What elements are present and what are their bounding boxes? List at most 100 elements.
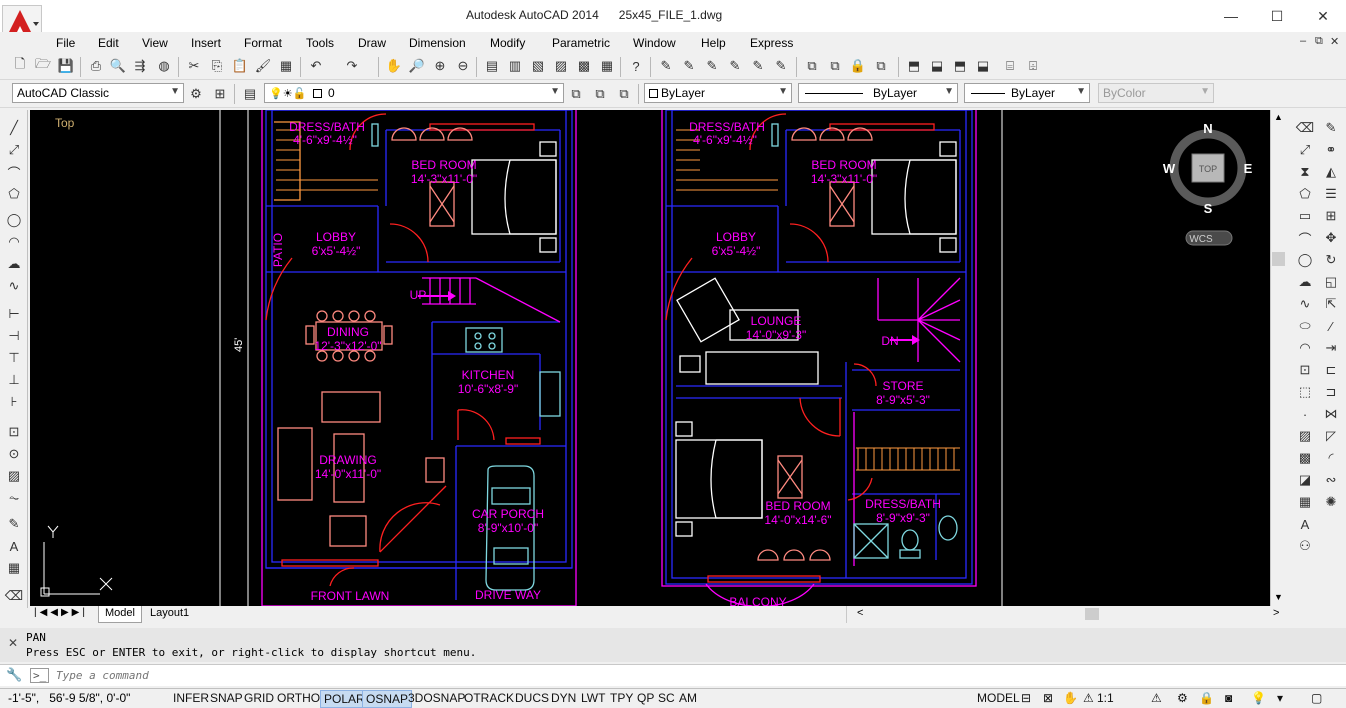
close-button[interactable]: ✕ <box>1300 0 1346 32</box>
sheet-set-icon[interactable]: ▨ <box>551 56 571 76</box>
3d-dwf-icon[interactable]: ◍ <box>154 56 174 76</box>
undo-icon[interactable]: ↶ <box>306 56 326 76</box>
pan-icon[interactable]: ✋ <box>384 56 404 76</box>
toggle-dyn[interactable]: DYN <box>548 690 579 708</box>
toggle-tpy[interactable]: TPY <box>607 690 636 708</box>
layer-tool-2-icon[interactable]: ⧉ <box>825 56 845 76</box>
lock-ui-icon[interactable]: 🔒 <box>1196 690 1217 708</box>
make-block-icon[interactable]: ⬚ <box>1294 382 1316 402</box>
tool-palettes-icon[interactable]: ▧ <box>528 56 548 76</box>
menu-tools[interactable]: Tools <box>306 36 334 50</box>
scale-icon[interactable]: ◱ <box>1320 272 1342 292</box>
block-tool-4-icon[interactable]: ⬓ <box>973 56 993 76</box>
workspace-customize-icon[interactable]: ⊞ <box>210 84 230 104</box>
express-tool-5-icon[interactable]: ✎ <box>748 56 768 76</box>
workspace-settings-icon[interactable]: ⚙ <box>186 84 206 104</box>
toggle-ortho[interactable]: ORTHO <box>274 690 323 708</box>
rectangle-icon[interactable]: ▭ <box>1294 206 1316 226</box>
command-close-icon[interactable]: ✕ <box>8 636 18 650</box>
viewcube[interactable]: TOP N S E W WCS <box>1163 121 1253 246</box>
revcloud-icon[interactable]: ☁ <box>3 254 25 274</box>
array-rect-icon[interactable]: ⊞ <box>1320 206 1342 226</box>
hatch2-icon[interactable]: ▨ <box>1294 426 1316 446</box>
doc-minimize-icon[interactable]: – <box>1300 35 1306 47</box>
express-tool-1-icon[interactable]: ✎ <box>656 56 676 76</box>
toggle-ducs[interactable]: DUCS <box>512 690 552 708</box>
erase-icon[interactable]: ⌫ <box>1294 118 1316 138</box>
ellipse-arc-icon[interactable]: ◠ <box>1294 338 1316 358</box>
menu-edit[interactable]: Edit <box>98 36 119 50</box>
layer-tool-1-icon[interactable]: ⧉ <box>802 56 822 76</box>
region-icon[interactable]: ◪ <box>1294 470 1316 490</box>
menu-file[interactable]: File <box>56 36 75 50</box>
color-dropdown[interactable]: ByLayer ▼ <box>644 83 792 103</box>
explode-icon[interactable]: ✺ <box>1320 492 1342 512</box>
zoom-previous-icon[interactable]: ⊖ <box>453 56 473 76</box>
dim-linear-icon[interactable]: ⊢ <box>3 304 25 324</box>
scroll-up-icon[interactable]: ▲ <box>1274 112 1283 122</box>
block-tool-3-icon[interactable]: ⬒ <box>950 56 970 76</box>
minimize-button[interactable]: — <box>1208 0 1254 32</box>
express-tool-2-icon[interactable]: ✎ <box>679 56 699 76</box>
scroll-left-icon[interactable]: < <box>857 607 863 619</box>
dim-continue-icon[interactable]: ⊥ <box>3 370 25 390</box>
paste-icon[interactable]: 📋 <box>230 56 250 76</box>
make-current-icon[interactable]: ⧉ <box>566 84 586 104</box>
cloud-icon[interactable]: ☁ <box>1294 272 1316 292</box>
text-tool-icon[interactable]: ⌸ <box>1000 56 1020 76</box>
compass-west[interactable]: W <box>1163 161 1176 176</box>
arc-icon[interactable]: ◠ <box>3 232 25 252</box>
mirror2-icon[interactable]: ◭ <box>1320 162 1342 182</box>
modify-text-icon[interactable]: ⌹ <box>1023 56 1043 76</box>
zoom-realtime-icon[interactable]: 🔎 <box>407 56 427 76</box>
markup-icon[interactable]: ▩ <box>574 56 594 76</box>
spline-icon[interactable]: ∿ <box>3 276 25 296</box>
wrench-icon[interactable]: 🔧 <box>6 667 22 683</box>
gradient2-icon[interactable]: ▩ <box>1294 448 1316 468</box>
hscroll-thumb[interactable] <box>1085 608 1099 620</box>
annotation-scale[interactable]: 1:1 <box>1094 690 1117 708</box>
group-icon[interactable]: ⚭ <box>1320 140 1342 160</box>
express-tool-4-icon[interactable]: ✎ <box>725 56 745 76</box>
layer-dropdown[interactable]: 💡☀🔓 0 ▼ <box>264 83 564 103</box>
line-icon[interactable]: ╱ <box>3 118 25 138</box>
arc2-icon[interactable]: ⌒ <box>1294 228 1316 248</box>
block-tool-1-icon[interactable]: ⬒ <box>904 56 924 76</box>
toggle-3dosnap[interactable]: 3DOSNAP <box>405 690 468 708</box>
extend-icon[interactable]: ⇥ <box>1320 338 1342 358</box>
point2-icon[interactable]: · <box>1294 404 1316 424</box>
dim-ordinate-icon[interactable]: ⊦ <box>3 392 25 412</box>
scroll-thumb[interactable] <box>1272 252 1285 266</box>
express-tool-3-icon[interactable]: ✎ <box>702 56 722 76</box>
vertical-scrollbar[interactable]: ▲ ▼ <box>1270 110 1286 606</box>
array-icon[interactable]: ☰ <box>1320 184 1342 204</box>
copy-icon[interactable]: ⎘ <box>207 56 227 76</box>
wcs-menu[interactable]: WCS <box>1189 234 1213 245</box>
polyline-icon[interactable]: ⌒ <box>3 162 25 182</box>
spline2-icon[interactable]: ∿ <box>1294 294 1316 314</box>
quick-view-drawings-icon[interactable]: ⊠ <box>1040 690 1056 708</box>
layer-tool-4-icon[interactable]: ⧉ <box>871 56 891 76</box>
dim-aligned-icon[interactable]: ⊣ <box>3 326 25 346</box>
scroll-right-icon[interactable]: > <box>1273 607 1279 619</box>
text-icon[interactable]: A <box>1294 514 1316 534</box>
plot-preview-icon[interactable]: 🔍 <box>108 56 128 76</box>
menu-insert[interactable]: Insert <box>191 36 221 50</box>
redo-icon[interactable]: ↷ <box>342 56 362 76</box>
toggle-infer[interactable]: INFER <box>170 690 212 708</box>
plotstyle-dropdown[interactable]: ByColor ▼ <box>1098 83 1214 103</box>
menu-draw[interactable]: Draw <box>358 36 386 50</box>
join-icon[interactable]: ⋈ <box>1320 404 1342 424</box>
stretch-icon[interactable]: ⇱ <box>1320 294 1342 314</box>
construction-line-icon[interactable]: ⤢ <box>3 140 25 160</box>
properties-icon[interactable]: ▤ <box>482 56 502 76</box>
menu-parametric[interactable]: Parametric <box>552 36 610 50</box>
plot-icon[interactable]: ⎙ <box>86 56 106 76</box>
workspace-dropdown[interactable]: AutoCAD Classic ▼ <box>12 83 184 103</box>
mtext-icon[interactable]: A <box>3 536 25 556</box>
tab-layout1[interactable]: Layout1 <box>144 606 195 623</box>
add-selected-icon[interactable]: ⚇ <box>1294 536 1316 556</box>
coordinates-readout[interactable]: -1'-5", 56'-9 5/8", 0'-0" <box>8 691 130 705</box>
pan-status-icon[interactable]: ✋ <box>1060 690 1081 708</box>
workspace-switch-icon[interactable]: ⚙ <box>1174 690 1191 708</box>
